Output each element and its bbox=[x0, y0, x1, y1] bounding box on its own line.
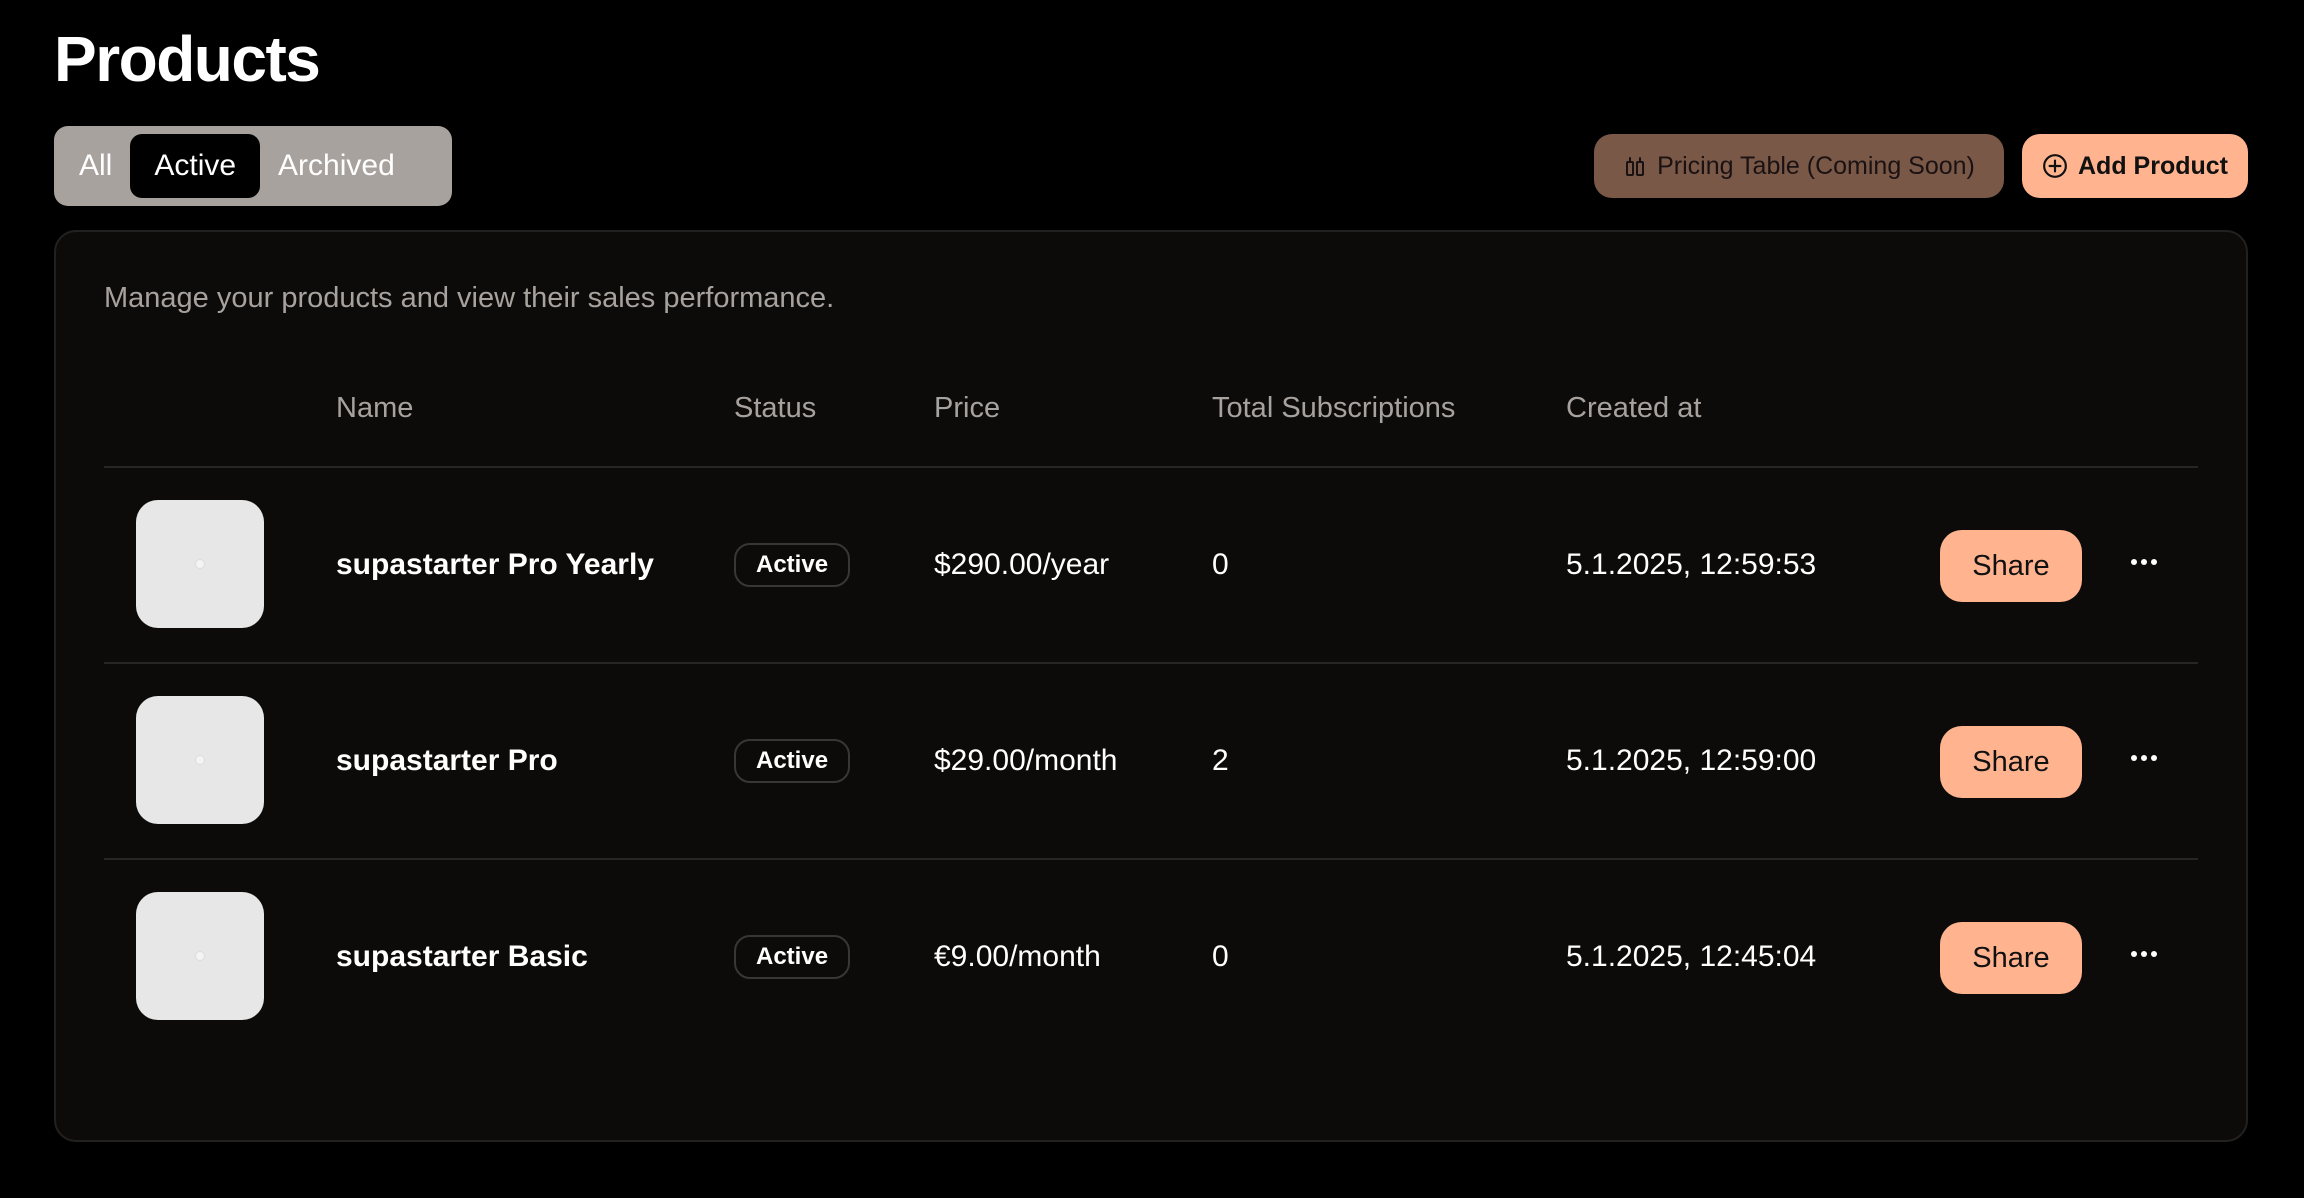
share-button[interactable]: Share bbox=[1940, 726, 2082, 798]
table-row: supastarter Basic Active €9.00/month 0 5… bbox=[104, 860, 2198, 1054]
image-placeholder-icon bbox=[195, 951, 205, 961]
status-cell: Active bbox=[734, 860, 851, 1054]
product-name: supastarter Pro Yearly bbox=[336, 548, 654, 581]
plus-circle-icon bbox=[2042, 153, 2068, 179]
product-name: supastarter Pro bbox=[336, 744, 558, 777]
add-product-button[interactable]: Add Product bbox=[2022, 134, 2248, 198]
pricing-table-button[interactable]: Pricing Table (Coming Soon) bbox=[1594, 134, 2004, 198]
total-subscriptions: 2 bbox=[1212, 744, 1229, 777]
products-card: Manage your products and view their sale… bbox=[54, 230, 2248, 1142]
created-at: 5.1.2025, 12:59:53 bbox=[1566, 548, 1817, 581]
products-page: Products All Active Archived Pricing Tab… bbox=[0, 0, 2304, 1198]
product-price: €9.00/month bbox=[934, 940, 1101, 973]
total-subscriptions: 0 bbox=[1212, 548, 1229, 581]
more-actions-button[interactable] bbox=[2120, 932, 2168, 976]
product-image-placeholder bbox=[136, 696, 264, 824]
ellipsis-icon bbox=[2130, 558, 2158, 566]
add-product-label: Add Product bbox=[2078, 151, 2228, 180]
card-description: Manage your products and view their sale… bbox=[104, 282, 835, 314]
page-title: Products bbox=[54, 23, 321, 95]
products-table: Name Status Price Total Subscriptions Cr… bbox=[104, 362, 2198, 1054]
table-row: supastarter Pro Active $29.00/month 2 5.… bbox=[104, 664, 2198, 860]
total-subscriptions: 0 bbox=[1212, 940, 1229, 973]
product-price: $290.00/year bbox=[934, 548, 1110, 581]
more-actions-button[interactable] bbox=[2120, 540, 2168, 584]
status-badge: Active bbox=[734, 543, 851, 587]
status-filter-tabs: All Active Archived bbox=[54, 126, 452, 206]
status-cell: Active bbox=[734, 664, 851, 858]
created-at: 5.1.2025, 12:59:00 bbox=[1566, 744, 1817, 777]
status-cell: Active bbox=[734, 468, 851, 662]
product-price: $29.00/month bbox=[934, 744, 1118, 777]
ellipsis-icon bbox=[2130, 754, 2158, 762]
product-image-placeholder bbox=[136, 500, 264, 628]
more-actions-button[interactable] bbox=[2120, 736, 2168, 780]
status-badge: Active bbox=[734, 935, 851, 979]
tab-active[interactable]: Active bbox=[130, 134, 261, 198]
created-at: 5.1.2025, 12:45:04 bbox=[1566, 940, 1817, 973]
ellipsis-icon bbox=[2130, 950, 2158, 958]
image-placeholder-icon bbox=[195, 559, 205, 569]
table-row: supastarter Pro Yearly Active $290.00/ye… bbox=[104, 468, 2198, 664]
share-button[interactable]: Share bbox=[1940, 922, 2082, 994]
column-header-created-at: Created at bbox=[1566, 392, 1702, 424]
table-header: Name Status Price Total Subscriptions Cr… bbox=[104, 362, 2198, 468]
pricing-table-label: Pricing Table (Coming Soon) bbox=[1657, 151, 1975, 180]
product-name: supastarter Basic bbox=[336, 940, 588, 973]
tab-archived[interactable]: Archived bbox=[260, 134, 413, 198]
column-header-status: Status bbox=[734, 392, 817, 424]
column-header-total-subscriptions: Total Subscriptions bbox=[1212, 392, 1456, 424]
column-header-name: Name bbox=[336, 392, 414, 424]
image-placeholder-icon bbox=[195, 755, 205, 765]
share-button[interactable]: Share bbox=[1940, 530, 2082, 602]
column-header-price: Price bbox=[934, 392, 1001, 424]
status-badge: Active bbox=[734, 739, 851, 783]
product-image-placeholder bbox=[136, 892, 264, 1020]
table-columns-icon bbox=[1623, 154, 1647, 178]
tab-all[interactable]: All bbox=[61, 134, 130, 198]
